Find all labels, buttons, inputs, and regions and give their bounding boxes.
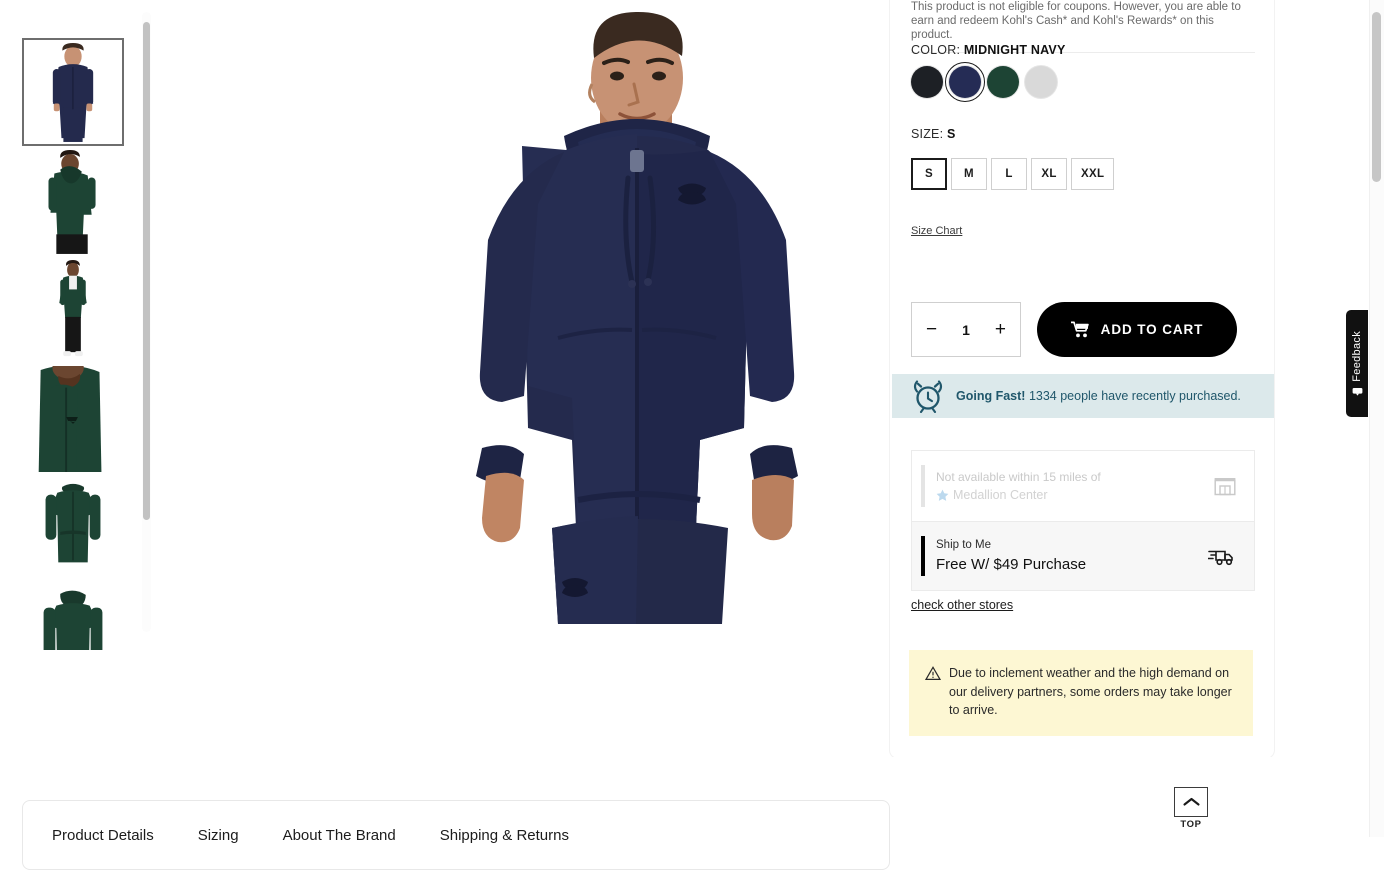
comment-icon — [1352, 387, 1362, 396]
alarm-clock-icon — [913, 380, 943, 413]
shipping-delay-notice: Due to inclement weather and the high de… — [909, 650, 1253, 736]
page-scrollbar-thumb[interactable] — [1372, 12, 1381, 182]
tab-about-the-brand[interactable]: About The Brand — [283, 827, 396, 844]
delivery-truck-icon — [1208, 550, 1233, 566]
ship-selection-bar — [921, 536, 925, 576]
quantity-increment-button[interactable]: + — [995, 320, 1006, 339]
color-swatch-forest-green[interactable] — [987, 66, 1019, 98]
coupon-eligibility-note: This product is not eligible for coupons… — [911, 1, 1241, 41]
thumbnail-item[interactable] — [22, 38, 124, 146]
add-to-cart-label: ADD TO CART — [1100, 322, 1204, 337]
pickup-store-row: Medallion Center — [936, 486, 1214, 504]
pickup-selection-bar — [921, 465, 925, 507]
urgency-headline: Going Fast! — [956, 389, 1026, 403]
quantity-stepper[interactable]: − 1 + — [911, 302, 1021, 357]
product-info-tabs: Product Details Sizing About The Brand S… — [22, 800, 890, 870]
size-chip-s[interactable]: S — [911, 158, 947, 190]
chevron-up-icon — [1182, 797, 1200, 806]
star-icon — [936, 489, 949, 501]
size-option-row[interactable]: S M L XL XXL — [911, 158, 1115, 190]
feedback-tab[interactable]: Feedback — [1346, 310, 1368, 417]
back-to-top-label: TOP — [1180, 819, 1202, 830]
urgency-banner-text: Going Fast! 1334 people have recently pu… — [956, 389, 1241, 403]
tab-sizing[interactable]: Sizing — [198, 827, 239, 844]
purchase-panel: This product is not eligible for coupons… — [890, 0, 1274, 758]
urgency-message: 1334 people have recently purchased. — [1028, 389, 1241, 403]
add-to-cart-button[interactable]: ADD TO CART — [1037, 302, 1237, 357]
thumbnail-item[interactable] — [22, 583, 124, 650]
warning-triangle-icon — [925, 666, 941, 680]
urgency-banner: Going Fast! 1334 people have recently pu… — [892, 374, 1274, 418]
size-chip-xxl[interactable]: XXL — [1071, 158, 1115, 190]
size-selected-value: S — [946, 127, 956, 141]
ship-text-block: Ship to Me Free W/ $49 Purchase — [936, 537, 1208, 576]
back-to-top-button[interactable]: TOP — [1174, 787, 1208, 830]
back-to-top-box — [1174, 787, 1208, 817]
ship-offer-text: Free W/ $49 Purchase — [936, 555, 1087, 573]
color-label-prefix: COLOR: — [911, 43, 961, 57]
shopping-cart-icon — [1070, 321, 1089, 338]
color-swatch-midnight-navy[interactable] — [945, 62, 985, 102]
size-chip-m[interactable]: M — [951, 158, 987, 190]
thumbnail-image-green-flat-back — [23, 584, 123, 650]
thumbnail-item[interactable] — [22, 474, 124, 582]
size-chip-l[interactable]: L — [991, 158, 1027, 190]
size-chip-xl[interactable]: XL — [1031, 158, 1067, 190]
size-label-prefix: SIZE: — [911, 127, 944, 141]
tab-shipping-returns[interactable]: Shipping & Returns — [440, 827, 569, 844]
feedback-label: Feedback — [1351, 331, 1363, 382]
pickup-availability-text: Not available within 15 miles of — [936, 470, 1101, 484]
fulfillment-option-store-pickup[interactable]: Not available within 15 miles of Medalli… — [912, 451, 1254, 521]
thumbnail-image-green-full — [23, 257, 123, 363]
store-icon — [1214, 478, 1236, 496]
thumbnail-image-navy-front — [24, 40, 122, 144]
color-selected-name: MIDNIGHT NAVY — [963, 43, 1066, 57]
shipping-delay-message: Due to inclement weather and the high de… — [949, 666, 1232, 717]
thumbnail-image-green-back — [23, 148, 123, 254]
pickup-text-block: Not available within 15 miles of Medalli… — [936, 468, 1214, 504]
size-label: SIZE: S — [911, 127, 956, 141]
thumbnail-scrollbar-thumb[interactable] — [143, 22, 150, 520]
thumbnail-item[interactable] — [22, 147, 124, 255]
thumbnail-item[interactable] — [22, 365, 124, 473]
product-gallery-column — [0, 0, 160, 650]
color-label: COLOR: MIDNIGHT NAVY — [911, 43, 1066, 57]
hero-image-stage[interactable] — [160, 0, 890, 650]
thumbnail-strip[interactable] — [22, 38, 126, 650]
tab-product-details[interactable]: Product Details — [52, 827, 154, 844]
color-swatch-black[interactable] — [911, 66, 943, 98]
thumbnail-image-green-flat-front — [23, 475, 123, 581]
color-swatch-row[interactable] — [911, 62, 1057, 102]
pickup-store-name: Medallion Center — [953, 488, 1048, 502]
fulfillment-options-card: Not available within 15 miles of Medalli… — [911, 450, 1255, 591]
thumbnail-item[interactable] — [22, 256, 124, 364]
thumbnail-image-green-detail — [23, 366, 123, 472]
fulfillment-option-ship-to-me[interactable]: Ship to Me Free W/ $49 Purchase — [912, 521, 1254, 590]
hero-product-image — [160, 0, 890, 650]
quantity-decrement-button[interactable]: − — [926, 320, 937, 339]
ship-method-label: Ship to Me — [936, 538, 991, 551]
size-chart-link[interactable]: Size Chart — [911, 225, 962, 237]
check-other-stores-link[interactable]: check other stores — [911, 598, 1013, 612]
quantity-value: 1 — [962, 321, 970, 338]
color-swatch-white-grey[interactable] — [1025, 66, 1057, 98]
